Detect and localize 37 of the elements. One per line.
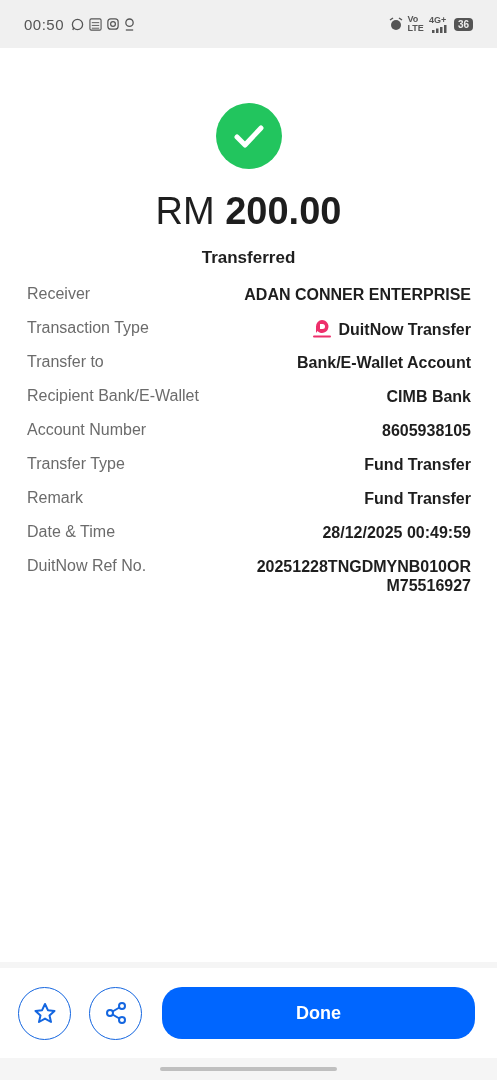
detail-label: Receiver bbox=[27, 285, 91, 303]
detail-label: Remark bbox=[27, 489, 83, 507]
detail-value: DuitNow Transfer bbox=[338, 319, 471, 339]
detail-value: Fund Transfer bbox=[364, 455, 471, 474]
star-icon bbox=[32, 1001, 57, 1025]
detail-label: Transfer Type bbox=[27, 455, 125, 473]
detail-label: Recipient Bank/E-Wallet bbox=[27, 387, 199, 405]
detail-label: Account Number bbox=[27, 421, 147, 439]
detail-label: DuitNow Ref No. bbox=[27, 557, 147, 575]
detail-label: Transaction Type bbox=[27, 319, 149, 337]
detail-label: Date & Time bbox=[27, 523, 116, 541]
favorite-button[interactable] bbox=[18, 986, 71, 1040]
detail-value: Bank/E-Wallet Account bbox=[297, 353, 471, 372]
share-button[interactable] bbox=[89, 986, 142, 1040]
location-icon bbox=[124, 17, 136, 31]
battery-level: 36 bbox=[453, 17, 473, 31]
network-label: 4G+ bbox=[428, 15, 447, 25]
alarm-icon bbox=[388, 17, 403, 31]
lte-label: LTE bbox=[407, 24, 424, 33]
card-icon bbox=[89, 17, 103, 31]
success-check-icon bbox=[215, 103, 282, 169]
detail-value: 28/12/2025 00:49:59 bbox=[322, 523, 471, 542]
done-button[interactable]: Done bbox=[162, 987, 475, 1039]
status-text: Transferred bbox=[201, 248, 296, 268]
detail-label: Transfer to bbox=[27, 353, 104, 371]
detail-value: 8605938105 bbox=[382, 421, 471, 440]
detail-value: CIMB Bank bbox=[386, 387, 471, 406]
share-icon bbox=[103, 1001, 128, 1025]
detail-value: Fund Transfer bbox=[364, 489, 471, 508]
camera-icon bbox=[107, 18, 120, 30]
detail-value: ADAN CONNER ENTERPRISE bbox=[244, 285, 471, 304]
amount-text: RM 200.00 bbox=[155, 189, 342, 233]
duitnow-logo-icon bbox=[310, 319, 333, 339]
volte-label: Vo bbox=[407, 15, 420, 24]
detail-value: 20251228TNGDMYNB010OR M75516927 bbox=[256, 557, 471, 595]
chat-icon bbox=[71, 17, 85, 31]
clock-time: 00:50 bbox=[24, 15, 65, 33]
